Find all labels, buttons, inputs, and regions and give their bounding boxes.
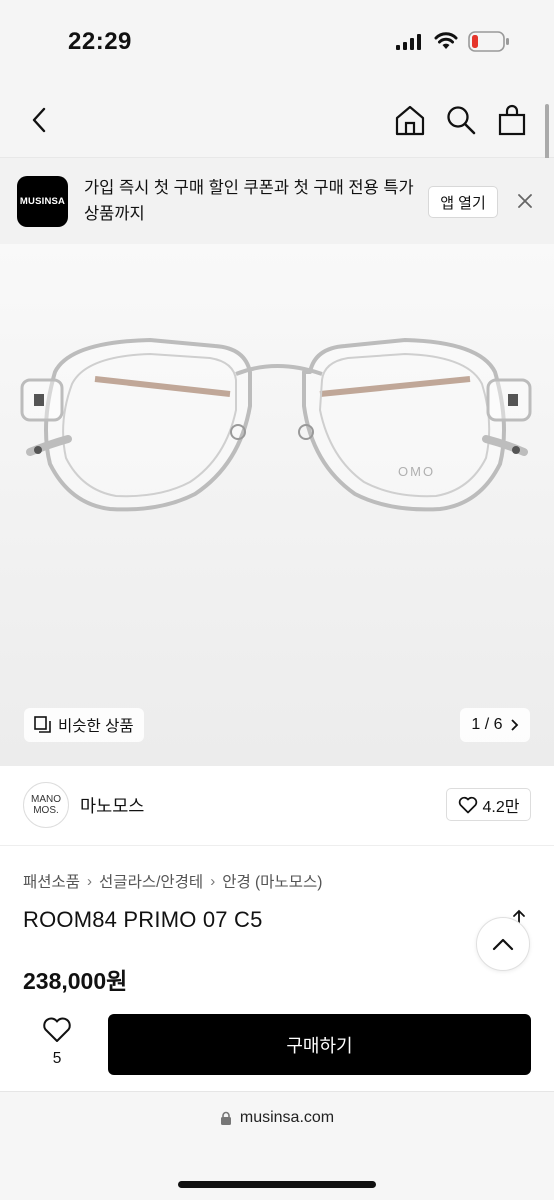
brand-logo-line2: MOS. [33, 805, 59, 816]
heart-icon [458, 796, 477, 813]
brand-name[interactable]: 마노모스 [80, 793, 144, 818]
chevron-right-icon: › [87, 872, 93, 890]
bag-button[interactable] [492, 100, 532, 140]
product-like-count: 5 [52, 1050, 62, 1067]
home-indicator [178, 1181, 376, 1188]
home-button[interactable] [390, 100, 430, 140]
brand-row: MANO MOS. 마노모스 4.2만 [0, 766, 554, 846]
back-button[interactable] [20, 100, 60, 140]
eyeglasses-image: OMO [20, 338, 532, 512]
chevron-right-icon [510, 719, 518, 731]
similar-icon [34, 716, 51, 733]
breadcrumb-item[interactable]: 패션소품 [23, 870, 80, 892]
buy-button[interactable]: 구매하기 [108, 1014, 531, 1075]
purchase-bar: 5 구매하기 [0, 1000, 554, 1092]
top-navigation [0, 82, 554, 158]
breadcrumb-item[interactable]: 안경 (마노모스) [222, 870, 322, 892]
app-banner: MUSINSA 가입 즉시 첫 구매 할인 쿠폰과 첫 구매 전용 특가 상품까… [0, 158, 554, 244]
chevron-right-icon: › [210, 872, 216, 890]
product-like-button[interactable]: 5 [36, 1016, 78, 1076]
breadcrumb-item[interactable]: 선글라스/안경테 [99, 870, 203, 892]
scroll-to-top-button[interactable] [476, 917, 530, 971]
search-icon [447, 106, 476, 135]
product-price: 238,000원 [23, 968, 128, 994]
musinsa-logo: MUSINSA [17, 176, 68, 227]
image-pager[interactable]: 1 / 6 [460, 708, 530, 742]
status-bar: 22:29 [0, 0, 554, 82]
breadcrumb: 패션소품 › 선글라스/안경테 › 안경 (마노모스) [23, 870, 322, 892]
similar-products-button[interactable]: 비슷한 상품 [24, 708, 144, 742]
back-icon [32, 107, 46, 133]
home-icon [395, 105, 425, 136]
battery-icon [468, 31, 509, 52]
brand-logo[interactable]: MANO MOS. [23, 782, 69, 828]
chevron-up-icon [492, 938, 514, 951]
similar-products-label: 비슷한 상품 [58, 718, 134, 735]
brand-logo-line1: MANO [31, 794, 61, 805]
search-button[interactable] [441, 100, 481, 140]
product-name: ROOM84 PRIMO 07 C5 [23, 907, 263, 932]
frame-brand-mark: OMO [398, 464, 435, 479]
lock-icon [220, 1111, 231, 1125]
brand-like-count: 4.2만 [482, 798, 520, 816]
signal-icon [396, 34, 421, 50]
bag-icon [498, 104, 526, 136]
wifi-icon [434, 32, 458, 49]
banner-message: 가입 즉시 첫 구매 할인 쿠폰과 첫 구매 전용 특가 상품까지 [84, 179, 414, 223]
product-image-carousel[interactable]: OMO 비슷한 상품 1 / 6 [0, 244, 554, 766]
browser-bar: musinsa.com [0, 1092, 554, 1200]
open-app-button[interactable]: 앱 열기 [428, 186, 498, 218]
close-icon [518, 194, 532, 208]
url-text: musinsa.com [239, 1109, 335, 1126]
banner-close-button[interactable] [512, 188, 538, 214]
heart-icon [43, 1017, 71, 1042]
address-bar[interactable]: musinsa.com [0, 1109, 554, 1127]
pager-text: 1 / 6 [471, 716, 503, 733]
status-time: 22:29 [68, 28, 132, 55]
brand-like-button[interactable]: 4.2만 [446, 788, 531, 821]
